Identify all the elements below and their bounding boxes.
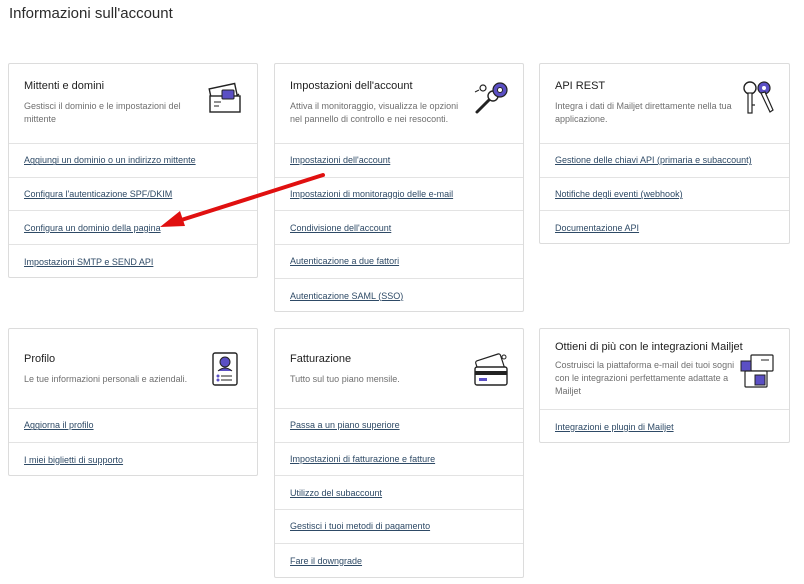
link-row: Condivisione dell'account [275, 211, 523, 246]
link-row: Impostazioni di fatturazione e fatture [275, 443, 523, 477]
two-factor-auth-link[interactable]: Autenticazione a due fattori [290, 256, 399, 266]
link-row: Aggiungi un dominio o un indirizzo mitte… [9, 144, 257, 178]
account-settings-link[interactable]: Impostazioni dell'account [290, 155, 390, 165]
card-description: Tutto sul tuo piano mensile. [290, 374, 400, 384]
card-description: Costruisci la piattaforma e-mail dei tuo… [555, 360, 735, 396]
envelope-mail-icon [208, 82, 241, 113]
link-row: Gestione delle chiavi API (primaria e su… [540, 144, 789, 178]
card-header: Profilo Le tue informazioni personali e … [9, 329, 257, 409]
card-description: Attiva il monitoraggio, visualizza le op… [290, 101, 459, 124]
card-description: Integra i dati di Mailjet direttamente n… [555, 101, 732, 124]
card-header: Mittenti e domini Gestisci il dominio e … [9, 64, 257, 144]
credit-card-icon [474, 353, 508, 386]
email-tracking-settings-link[interactable]: Impostazioni di monitoraggio delle e-mai… [290, 189, 453, 199]
link-row: Passa a un piano superiore [275, 409, 523, 443]
add-domain-sender-link[interactable]: Aggiungi un dominio o un indirizzo mitte… [24, 155, 196, 165]
update-profile-link[interactable]: Aggiorna il profilo [24, 420, 94, 430]
card-billing: Fatturazione Tutto sul tuo piano mensile… [274, 328, 524, 578]
downgrade-link[interactable]: Fare il downgrade [290, 556, 362, 566]
link-row: Aggiorna il profilo [9, 409, 257, 443]
api-keys-management-link[interactable]: Gestione delle chiavi API (primaria e su… [555, 155, 752, 165]
card-integrations: Ottieni di più con le integrazioni Mailj… [539, 328, 790, 443]
link-row: Notifiche degli eventi (webhook) [540, 178, 789, 212]
link-row: Impostazioni di monitoraggio delle e-mai… [275, 178, 523, 212]
billing-settings-link[interactable]: Impostazioni di fatturazione e fatture [290, 454, 435, 464]
page-title: Informazioni sull'account [9, 5, 173, 22]
link-row: Utilizzo del subaccount [275, 476, 523, 511]
card-header: Ottieni di più con le integrazioni Mailj… [540, 329, 789, 410]
link-row: I miei biglietti di supporto [9, 443, 257, 477]
upgrade-plan-link[interactable]: Passa a un piano superiore [290, 420, 400, 430]
configure-page-domain-link[interactable]: Configura un dominio della pagina [24, 223, 161, 233]
account-sharing-link[interactable]: Condivisione dell'account [290, 223, 391, 233]
card-account-settings: Impostazioni dell'account Attiva il moni… [274, 63, 524, 312]
link-row: Integrazioni e plugin di Mailjet [540, 410, 789, 444]
saml-sso-link[interactable]: Autenticazione SAML (SSO) [290, 291, 403, 301]
link-row: Fare il downgrade [275, 544, 523, 578]
card-api-rest: API REST Integra i dati di Mailjet diret… [539, 63, 790, 244]
card-header: Impostazioni dell'account Attiva il moni… [275, 64, 523, 144]
profile-card-icon [212, 352, 238, 386]
card-profile: Profilo Le tue informazioni personali e … [8, 328, 258, 476]
api-documentation-link[interactable]: Documentazione API [555, 223, 639, 233]
mailjet-integrations-link[interactable]: Integrazioni e plugin di Mailjet [555, 422, 674, 432]
support-tickets-link[interactable]: I miei biglietti di supporto [24, 455, 123, 465]
wrench-gear-icon [474, 82, 508, 114]
card-header: API REST Integra i dati di Mailjet diret… [540, 64, 789, 144]
integrations-puzzle-icon [740, 354, 774, 388]
card-senders-domains: Mittenti e domini Gestisci il dominio e … [8, 63, 258, 278]
link-row: Autenticazione SAML (SSO) [275, 279, 523, 313]
payment-methods-link[interactable]: Gestisci i tuoi metodi di pagamento [290, 521, 430, 531]
link-row: Autenticazione a due fattori [275, 245, 523, 279]
configure-spf-dkim-link[interactable]: Configura l'autenticazione SPF/DKIM [24, 189, 172, 199]
keys-icon [743, 81, 774, 114]
link-row: Impostazioni SMTP e SEND API [9, 245, 257, 279]
link-row: Gestisci i tuoi metodi di pagamento [275, 510, 523, 544]
link-row: Configura un dominio della pagina [9, 211, 257, 246]
card-header: Fatturazione Tutto sul tuo piano mensile… [275, 329, 523, 409]
subaccount-usage-link[interactable]: Utilizzo del subaccount [290, 488, 382, 498]
link-row: Documentazione API [540, 211, 789, 245]
event-notifications-link[interactable]: Notifiche degli eventi (webhook) [555, 189, 683, 199]
card-description: Le tue informazioni personali e aziendal… [24, 374, 188, 384]
card-description: Gestisci il dominio e le impostazioni de… [24, 101, 181, 124]
link-row: Configura l'autenticazione SPF/DKIM [9, 178, 257, 212]
link-row: Impostazioni dell'account [275, 144, 523, 178]
smtp-send-api-settings-link[interactable]: Impostazioni SMTP e SEND API [24, 257, 153, 267]
